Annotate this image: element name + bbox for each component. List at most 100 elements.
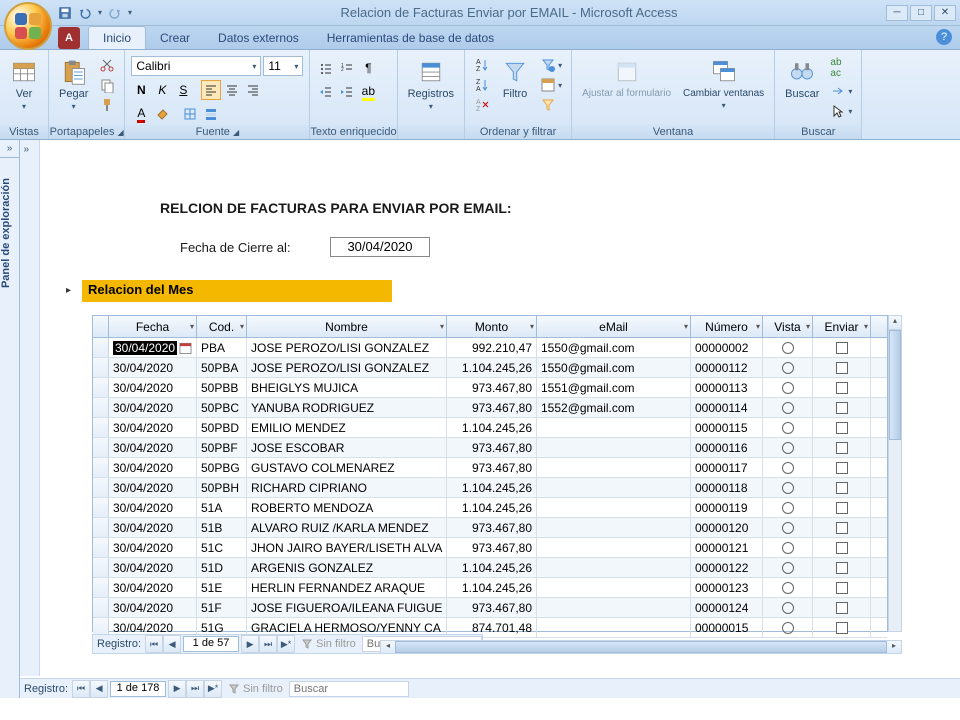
align-right[interactable]: [243, 80, 263, 100]
office-button[interactable]: [4, 2, 52, 50]
table-row[interactable]: 30/04/202051EHERLIN FERNANDEZ ARAQUE1.10…: [93, 578, 887, 598]
col-nombre[interactable]: Nombre▾: [247, 316, 447, 337]
sort-desc[interactable]: ZA: [471, 76, 493, 94]
select-all[interactable]: [93, 316, 109, 337]
table-row[interactable]: 30/04/202051DARGENIS GONZALEZ1.104.245,2…: [93, 558, 887, 578]
record-position-inner[interactable]: 1 de 57: [183, 636, 239, 652]
format-painter[interactable]: [96, 96, 118, 114]
row-selector[interactable]: [93, 418, 109, 437]
number-list[interactable]: 12: [337, 58, 357, 78]
table-row[interactable]: 30/04/202050PBGGUSTAVO COLMENAREZ973.467…: [93, 458, 887, 478]
table-row[interactable]: 30/04/202051BALVARO RUIZ /KARLA MENDEZ97…: [93, 518, 887, 538]
toggle-filter[interactable]: [537, 96, 565, 114]
vista-radio[interactable]: [782, 602, 794, 614]
enviar-checkbox[interactable]: [836, 522, 848, 534]
enviar-checkbox[interactable]: [836, 482, 848, 494]
select-button[interactable]: ▾: [827, 102, 855, 120]
clear-sort[interactable]: AZ: [471, 96, 493, 114]
view-button[interactable]: Ver ▾: [6, 56, 42, 113]
row-selector[interactable]: [93, 518, 109, 537]
row-selector[interactable]: [93, 358, 109, 377]
align-center[interactable]: [222, 80, 242, 100]
col-vista[interactable]: Vista▾: [763, 316, 813, 337]
table-row[interactable]: 30/04/202050PBDEMILIO MENDEZ1.104.245,26…: [93, 418, 887, 438]
row-selector[interactable]: [93, 538, 109, 557]
prev-record[interactable]: ◀: [163, 635, 181, 653]
tab-herramientas-bd[interactable]: Herramientas de base de datos: [313, 27, 508, 49]
font-name-combo[interactable]: Calibri▾: [131, 56, 261, 76]
redo-icon[interactable]: [108, 6, 122, 20]
selection-filter[interactable]: ▾: [537, 56, 565, 74]
save-icon[interactable]: [58, 6, 72, 20]
maximize-button[interactable]: □: [910, 5, 932, 21]
row-selector[interactable]: [93, 338, 109, 357]
undo-menu[interactable]: ▾: [98, 8, 102, 17]
vista-radio[interactable]: [782, 542, 794, 554]
last-record[interactable]: ⏭: [259, 635, 277, 653]
undo-icon[interactable]: [78, 6, 92, 20]
fill-color[interactable]: [152, 104, 172, 124]
table-row[interactable]: 30/04/202050PBAJOSE PEROZO/LISI GONZALEZ…: [93, 358, 887, 378]
row-selector[interactable]: [93, 478, 109, 497]
increase-indent[interactable]: [337, 82, 357, 102]
enviar-checkbox[interactable]: [836, 402, 848, 414]
vista-radio[interactable]: [782, 562, 794, 574]
row-selector[interactable]: [93, 578, 109, 597]
enviar-checkbox[interactable]: [836, 362, 848, 374]
help-button[interactable]: ?: [936, 29, 952, 45]
font-color[interactable]: A: [131, 104, 151, 124]
underline-button[interactable]: S: [173, 80, 193, 100]
gridlines[interactable]: [180, 104, 200, 124]
next-record-outer[interactable]: ▶: [168, 680, 186, 698]
enviar-checkbox[interactable]: [836, 622, 848, 634]
row-selector[interactable]: [93, 438, 109, 457]
table-row[interactable]: 30/04/202051CJHON JAIRO BAYER/LISETH ALV…: [93, 538, 887, 558]
records-button[interactable]: Registros ▾: [404, 56, 458, 113]
search-box-outer[interactable]: [289, 681, 409, 697]
copy-button[interactable]: [96, 76, 118, 94]
vista-radio[interactable]: [782, 422, 794, 434]
table-row[interactable]: 30/04/202051AROBERTO MENDOZA1.104.245,26…: [93, 498, 887, 518]
first-record-outer[interactable]: ⏮: [72, 680, 90, 698]
vista-radio[interactable]: [782, 402, 794, 414]
bullet-list[interactable]: [316, 58, 336, 78]
align-left[interactable]: [201, 80, 221, 100]
col-email[interactable]: eMail▾: [537, 316, 691, 337]
decrease-indent[interactable]: [316, 82, 336, 102]
highlight-color[interactable]: ab: [358, 82, 378, 102]
prev-record-outer[interactable]: ◀: [90, 680, 108, 698]
cut-button[interactable]: [96, 56, 118, 74]
row-selector[interactable]: [93, 458, 109, 477]
vista-radio[interactable]: [782, 442, 794, 454]
expand-nav-icon[interactable]: »: [0, 140, 19, 158]
date-field[interactable]: 30/04/2020: [330, 237, 430, 257]
first-record[interactable]: ⏮: [145, 635, 163, 653]
enviar-checkbox[interactable]: [836, 342, 848, 354]
table-row[interactable]: 30/04/202050PBBBHEIGLYS MUJICA973.467,80…: [93, 378, 887, 398]
row-selector[interactable]: [93, 558, 109, 577]
italic-button[interactable]: K: [152, 80, 172, 100]
goto-button[interactable]: ▾: [827, 82, 855, 100]
vista-radio[interactable]: [782, 482, 794, 494]
enviar-checkbox[interactable]: [836, 502, 848, 514]
vista-radio[interactable]: [782, 462, 794, 474]
record-position-outer[interactable]: 1 de 178: [110, 681, 166, 697]
sort-asc[interactable]: AZ: [471, 56, 493, 74]
row-selector[interactable]: [93, 378, 109, 397]
vista-radio[interactable]: [782, 502, 794, 514]
filter-button[interactable]: Filtro: [497, 56, 533, 102]
row-selector[interactable]: [93, 398, 109, 417]
nav-pane-collapsed[interactable]: » Panel de exploración: [0, 140, 20, 698]
table-row[interactable]: 30/04/202050PBCYANUBA RODRIGUEZ973.467,8…: [93, 398, 887, 418]
table-row[interactable]: 30/04/202050PBFJOSE ESCOBAR973.467,80000…: [93, 438, 887, 458]
no-filter-outer[interactable]: Sin filtro: [222, 683, 289, 695]
new-record[interactable]: ▶*: [277, 635, 295, 653]
table-row[interactable]: 30/04/2020PBAJOSE PEROZO/LISI GONZALEZ99…: [93, 338, 887, 358]
last-record-outer[interactable]: ⏭: [186, 680, 204, 698]
row-selector[interactable]: [93, 598, 109, 617]
alt-row-color[interactable]: [201, 104, 221, 124]
horizontal-scrollbar[interactable]: ◂▸: [380, 640, 902, 654]
enviar-checkbox[interactable]: [836, 382, 848, 394]
font-size-combo[interactable]: 11▾: [263, 56, 303, 76]
vista-radio[interactable]: [782, 522, 794, 534]
